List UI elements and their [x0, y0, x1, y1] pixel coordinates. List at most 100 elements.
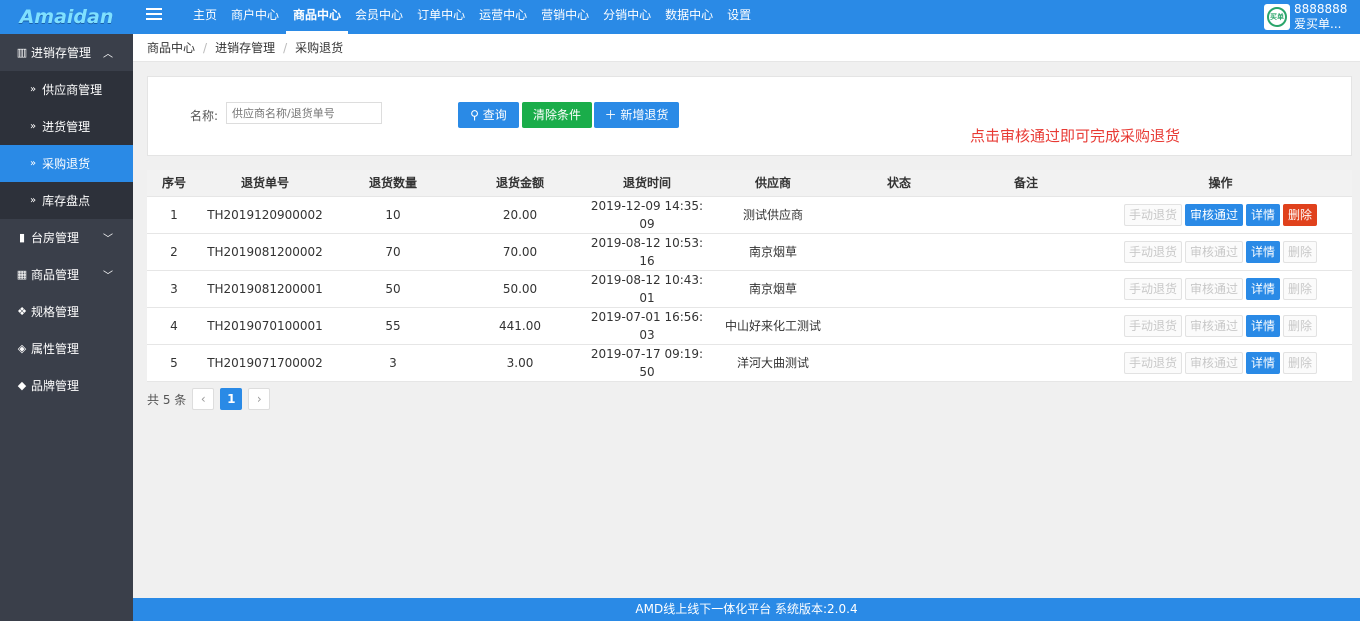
return-time-seconds: 01: [639, 290, 655, 305]
delete-button: 删除: [1283, 314, 1318, 337]
return-time: 2019-08-12 10:43: 01: [583, 270, 711, 308]
supplier-name: 测试供应商: [711, 196, 835, 234]
return-quantity: 3: [329, 344, 457, 382]
row-actions: 手动退货 审核通过 详情 删除: [1089, 270, 1352, 308]
sidebar-group[interactable]: ❖ 规格管理: [0, 293, 133, 330]
double-chevron-icon: »: [30, 158, 37, 169]
remark: [963, 270, 1089, 308]
table-row: 1 TH2019120900002 10 20.00 2019-12-09 14:35:…: [147, 196, 1352, 234]
nav-item[interactable]: 分销中心: [596, 0, 658, 34]
return-time-seconds: 03: [639, 327, 655, 342]
menu-toggle-icon[interactable]: [146, 8, 162, 22]
search-button[interactable]: ⚲ 查询: [458, 102, 519, 128]
delete-button[interactable]: 删除: [1283, 203, 1318, 226]
sidebar-group-label: 品牌管理: [31, 379, 80, 393]
logo-text: Amaidan: [19, 6, 114, 28]
sidebar-subitem-label: 进货管理: [42, 120, 91, 134]
current-page[interactable]: 1: [220, 388, 243, 410]
double-chevron-icon: »: [30, 121, 37, 132]
nav-item[interactable]: 订单中心: [410, 0, 472, 34]
grid-icon: ▦: [16, 268, 28, 281]
clear-button[interactable]: 清除条件: [522, 102, 592, 128]
nav-item[interactable]: 营销中心: [534, 0, 596, 34]
return-time-seconds: 50: [639, 364, 655, 379]
sidebar: ▥ 进销存管理 ︿ » 供应商管理» 进货管理» 采购退货» 库存盘点 ▮ 台房管理 ﹀ ▦ 商…: [0, 34, 133, 621]
sidebar-group-inventory[interactable]: ▥ 进销存管理 ︿: [0, 34, 133, 71]
chevron-down-icon: ﹀: [103, 234, 113, 245]
logo[interactable]: Amaidan: [0, 0, 133, 34]
sidebar-subitem-label: 供应商管理: [42, 83, 103, 97]
sidebar-group[interactable]: ▮ 台房管理 ﹀: [0, 219, 133, 256]
sidebar-group[interactable]: ◈ 属性管理: [0, 330, 133, 367]
avatar[interactable]: 买单: [1264, 4, 1290, 30]
return-time-date: 2019-08-12 10:43:: [590, 272, 704, 287]
add-return-button[interactable]: ＋ 新增退货: [594, 102, 679, 128]
nav-item[interactable]: 商品中心: [286, 0, 349, 34]
manual-return-button: 手动退货: [1123, 203, 1182, 226]
column-header: 备注: [963, 170, 1089, 197]
nav-item[interactable]: 主页: [186, 0, 224, 34]
detail-button[interactable]: 详情: [1246, 277, 1281, 300]
sidebar-subitem[interactable]: » 库存盘点: [0, 182, 133, 219]
filter-panel: 名称: ⚲ 查询 清除条件 ＋ 新增退货 点击审核通过即可完成采购退货: [147, 76, 1352, 156]
approve-button: 审核通过: [1184, 240, 1243, 263]
supplier-name: 洋河大曲测试: [711, 344, 835, 382]
nav-item[interactable]: 设置: [720, 0, 758, 34]
manual-return-button: 手动退货: [1123, 240, 1182, 263]
sidebar-group-label: 商品管理: [31, 268, 80, 282]
approve-button: 审核通过: [1184, 351, 1243, 374]
next-page-button[interactable]: ›: [248, 388, 271, 410]
sidebar-group-label: 台房管理: [31, 231, 80, 245]
breadcrumb: 商品中心 / 进销存管理 / 采购退货: [133, 34, 1360, 62]
column-header: 退货数量: [329, 170, 457, 197]
delete-button: 删除: [1283, 351, 1318, 374]
user-name: 爱买单...: [1294, 17, 1342, 31]
return-amount: 441.00: [457, 307, 583, 345]
nav-item[interactable]: 会员中心: [348, 0, 410, 34]
breadcrumb-separator: /: [283, 40, 288, 55]
remark: [963, 307, 1089, 345]
tags-icon: ◆: [17, 379, 27, 392]
breadcrumb-item[interactable]: 进销存管理: [215, 39, 275, 56]
sidebar-subitem[interactable]: » 供应商管理: [0, 71, 133, 108]
return-time: 2019-07-17 09:19: 50: [583, 344, 711, 382]
breadcrumb-item[interactable]: 商品中心: [147, 39, 195, 56]
table-row: 4 TH2019070100001 55 441.00 2019-07-01 16:56…: [147, 307, 1352, 345]
prev-page-button[interactable]: ‹: [192, 388, 215, 410]
nav-item[interactable]: 数据中心: [658, 0, 720, 34]
return-time: 2019-08-12 10:53: 16: [583, 233, 711, 271]
supplier-name: 南京烟草: [711, 233, 835, 271]
column-header: 状态: [835, 170, 963, 197]
remark: [963, 196, 1089, 234]
status: [835, 270, 963, 308]
sidebar-subitem[interactable]: » 进货管理: [0, 108, 133, 145]
chevron-up-icon: ︿: [103, 49, 113, 60]
user-menu[interactable]: 买单 8888888... 爱买单...: [1264, 0, 1348, 34]
delete-button: 删除: [1283, 240, 1318, 263]
sidebar-subitem-label: 采购退货: [42, 157, 91, 171]
detail-button[interactable]: 详情: [1246, 240, 1281, 263]
search-input[interactable]: [226, 102, 382, 124]
sidebar-group[interactable]: ◆ 品牌管理: [0, 367, 133, 404]
nav-item[interactable]: 运营中心: [472, 0, 534, 34]
row-index: 1: [147, 196, 201, 234]
nav-item[interactable]: 商户中心: [224, 0, 286, 34]
return-time: 2019-07-01 16:56: 03: [583, 307, 711, 345]
return-amount: 20.00: [457, 196, 583, 234]
sidebar-group[interactable]: ▦ 商品管理 ﹀: [0, 256, 133, 293]
return-order-number: TH2019081200001: [201, 270, 329, 308]
return-time-date: 2019-07-17 09:19:: [590, 346, 704, 361]
detail-button[interactable]: 详情: [1246, 314, 1281, 337]
return-time: 2019-12-09 14:35: 09: [583, 196, 711, 234]
detail-button[interactable]: 详情: [1246, 351, 1281, 374]
status: [835, 196, 963, 234]
detail-button[interactable]: 详情: [1246, 203, 1281, 226]
remark: [963, 344, 1089, 382]
returns-table: 序号 退货单号 退货数量 退货金额 退货时间 供应商 状态 备注 操作 1 TH201912090…: [147, 170, 1352, 382]
return-order-number: TH2019120900002: [201, 196, 329, 234]
sidebar-subitem[interactable]: » 采购退货: [0, 145, 133, 182]
status: [835, 233, 963, 271]
column-header: 退货单号: [201, 170, 329, 197]
approve-button[interactable]: 审核通过: [1184, 203, 1243, 226]
search-button-label: 查询: [482, 108, 507, 122]
